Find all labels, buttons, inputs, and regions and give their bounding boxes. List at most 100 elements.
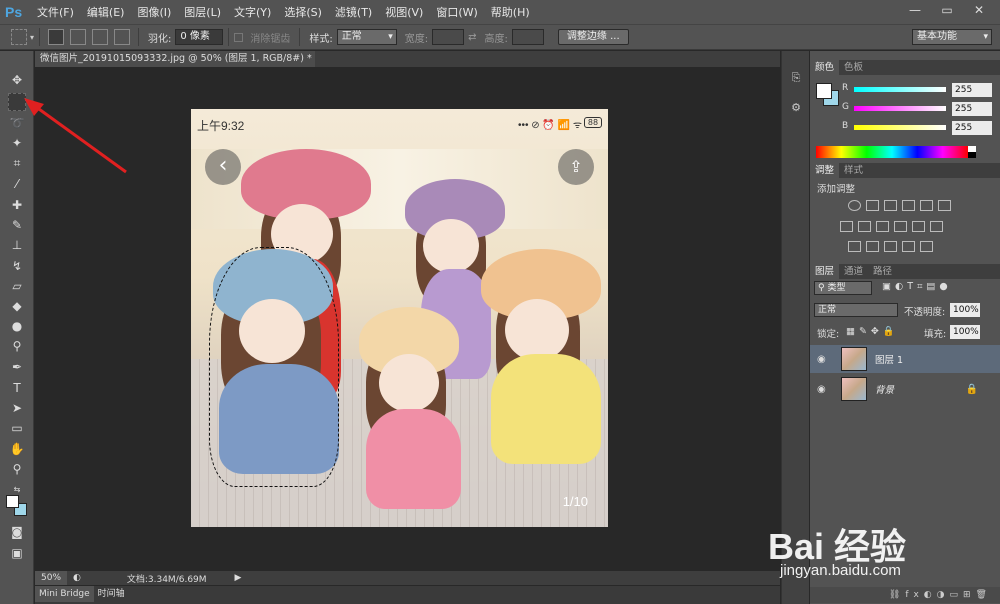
- healing-brush-tool-icon[interactable]: ✚: [8, 196, 26, 214]
- black-white-icon[interactable]: [876, 221, 889, 232]
- color-spectrum[interactable]: [816, 146, 976, 158]
- workspace-select[interactable]: 基本功能: [912, 29, 992, 45]
- status-info-icon[interactable]: ◐: [73, 573, 81, 583]
- screen-mode-icon[interactable]: ▣: [8, 544, 26, 562]
- feather-input[interactable]: 0 像素: [175, 29, 224, 45]
- fill-input[interactable]: 100%: [950, 325, 980, 339]
- color-balance-icon[interactable]: [840, 221, 853, 232]
- document-image[interactable]: 上午9:32 ••• ⊘ ⏰ 📶 ᯤ 88 ‹ ⇪ 1/10: [191, 109, 608, 527]
- tab-paths[interactable]: 路径: [868, 264, 897, 279]
- new-selection-icon[interactable]: [48, 29, 65, 45]
- exposure-icon[interactable]: [902, 200, 915, 211]
- brightness-icon[interactable]: [848, 200, 861, 211]
- quick-mask-icon[interactable]: ◙: [8, 523, 26, 541]
- gradient-map-icon[interactable]: [920, 241, 933, 252]
- swap-icon[interactable]: ⇄: [468, 32, 476, 43]
- style-select[interactable]: 正常: [336, 29, 397, 45]
- move-tool-icon[interactable]: ✥: [8, 71, 26, 89]
- hsl-icon[interactable]: [938, 200, 951, 211]
- channel-mixer-icon[interactable]: [912, 221, 925, 232]
- blue-track[interactable]: [854, 125, 946, 130]
- tab-color[interactable]: 颜色: [810, 60, 840, 75]
- menu-type[interactable]: 文字(Y): [234, 4, 271, 20]
- minimize-button[interactable]: —: [902, 2, 928, 18]
- photo-filter-icon[interactable]: [894, 221, 907, 232]
- green-slider[interactable]: G 255: [842, 102, 992, 116]
- menu-filter[interactable]: 滤镜(T): [335, 4, 372, 20]
- layer-row-layer1[interactable]: ◉ 图层 1: [810, 345, 1000, 373]
- chevron-down-icon[interactable]: ▾: [30, 33, 34, 42]
- menu-help[interactable]: 帮助(H): [491, 4, 530, 20]
- threshold-icon[interactable]: [884, 241, 897, 252]
- rectangle-tool-icon[interactable]: ▭: [8, 419, 26, 437]
- tab-styles[interactable]: 样式: [839, 163, 868, 178]
- green-track[interactable]: [854, 106, 946, 111]
- menu-view[interactable]: 视图(V): [385, 4, 423, 20]
- foreground-color-swatch[interactable]: [6, 495, 19, 508]
- path-selection-tool-icon[interactable]: ➤: [8, 399, 26, 417]
- close-button[interactable]: ✕: [966, 2, 992, 18]
- color-foreground-swatch[interactable]: [816, 83, 832, 99]
- levels-icon[interactable]: [866, 200, 879, 211]
- blue-slider[interactable]: B 255: [842, 121, 992, 135]
- color-lookup-icon[interactable]: [930, 221, 943, 232]
- document-tab[interactable]: 微信图片_20191015093332.jpg @ 50% (图层 1, RGB…: [35, 51, 315, 67]
- zoom-level[interactable]: 50%: [35, 571, 67, 585]
- paint-bucket-tool-icon[interactable]: ◆: [8, 297, 26, 315]
- layer-filter-icons[interactable]: ▣◐T⌗▤●: [882, 281, 952, 292]
- balance-scale-icon[interactable]: [858, 221, 871, 232]
- tab-swatches[interactable]: 色板: [839, 60, 868, 75]
- width-input[interactable]: [432, 29, 465, 45]
- layer-row-background[interactable]: ◉ 背景 🔒: [810, 375, 1000, 403]
- properties-panel-icon[interactable]: ⚙: [788, 101, 804, 117]
- menu-edit[interactable]: 编辑(E): [87, 4, 125, 20]
- red-slider[interactable]: R 255: [842, 83, 992, 97]
- lock-icons[interactable]: ▦✎✥🔒: [846, 326, 899, 337]
- hand-tool-icon[interactable]: ✋: [8, 440, 26, 458]
- eye-icon[interactable]: ◉: [817, 384, 831, 395]
- pen-tool-icon[interactable]: ✒: [8, 358, 26, 376]
- type-tool-icon[interactable]: T: [8, 379, 26, 397]
- posterize-icon[interactable]: [866, 241, 879, 252]
- menu-file[interactable]: 文件(F): [37, 4, 74, 20]
- selective-color-icon[interactable]: [902, 241, 915, 252]
- tab-mini-bridge[interactable]: Mini Bridge: [35, 586, 94, 602]
- tab-timeline[interactable]: 时间轴: [94, 586, 129, 602]
- intersect-selection-icon[interactable]: [114, 29, 131, 45]
- blur-tool-icon[interactable]: ●: [8, 317, 26, 335]
- add-to-selection-icon[interactable]: [70, 29, 87, 45]
- zoom-tool-icon[interactable]: ⚲: [8, 460, 26, 478]
- red-value-input[interactable]: 255: [952, 83, 992, 97]
- invert-icon[interactable]: [848, 241, 861, 252]
- history-brush-tool-icon[interactable]: ↯: [8, 257, 26, 275]
- antialias-checkbox[interactable]: [234, 32, 244, 42]
- height-input[interactable]: [511, 29, 544, 45]
- red-track[interactable]: [854, 87, 946, 92]
- menu-window[interactable]: 窗口(W): [436, 4, 477, 20]
- restore-button[interactable]: ▭: [934, 2, 960, 18]
- opacity-input[interactable]: 100%: [950, 303, 980, 317]
- menu-layer[interactable]: 图层(L): [184, 4, 221, 20]
- menu-select[interactable]: 选择(S): [284, 4, 322, 20]
- tab-layers[interactable]: 图层: [810, 264, 840, 279]
- curves-icon[interactable]: [884, 200, 897, 211]
- blue-value-input[interactable]: 255: [952, 121, 992, 135]
- green-value-input[interactable]: 255: [952, 102, 992, 116]
- eye-icon[interactable]: ◉: [817, 354, 831, 365]
- dodge-tool-icon[interactable]: ⚲: [8, 337, 26, 355]
- tab-channels[interactable]: 通道: [839, 264, 868, 279]
- refine-edge-button[interactable]: 调整边缘 ...: [557, 29, 629, 45]
- canvas-area[interactable]: 上午9:32 ••• ⊘ ⏰ 📶 ᯤ 88 ‹ ⇪ 1/10: [35, 67, 780, 571]
- eraser-tool-icon[interactable]: ▱: [8, 277, 26, 295]
- marching-ants-selection[interactable]: [209, 247, 339, 487]
- subtract-selection-icon[interactable]: [92, 29, 109, 45]
- status-menu-arrow-icon[interactable]: ▶: [235, 573, 242, 583]
- vibrance-icon[interactable]: [920, 200, 933, 211]
- eyedropper-tool-icon[interactable]: ⁄: [8, 175, 26, 193]
- brush-tool-icon[interactable]: ✎: [8, 216, 26, 234]
- blend-mode-select[interactable]: 正常: [814, 303, 898, 317]
- layer-filter-select[interactable]: ⚲ 类型: [814, 281, 872, 295]
- clone-stamp-tool-icon[interactable]: ⊥: [8, 236, 26, 254]
- tab-adjustments[interactable]: 调整: [810, 163, 840, 178]
- history-panel-icon[interactable]: ⎘: [788, 71, 804, 87]
